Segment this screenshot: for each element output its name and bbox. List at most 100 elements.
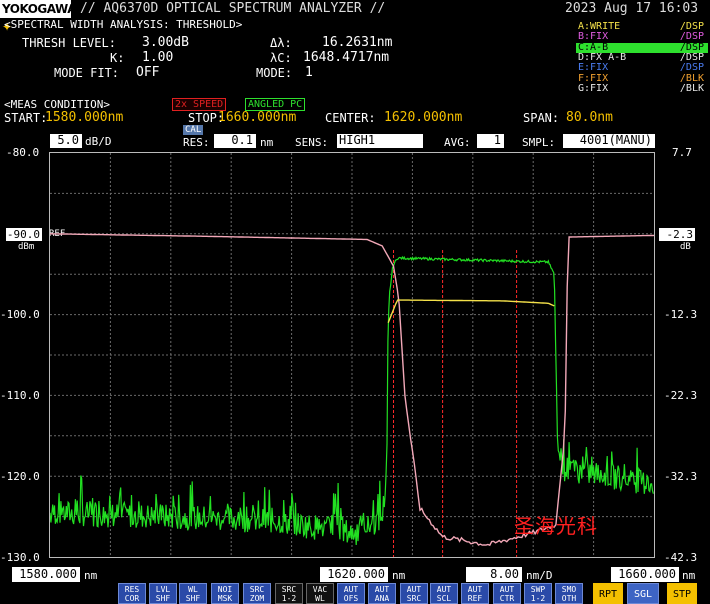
center-wl-box[interactable]: 1620.000 (320, 567, 388, 582)
softkey-aut-ref[interactable]: AUT REF (461, 583, 489, 604)
softkey-line2: ANA (374, 594, 390, 603)
span-value: 80.0nm (566, 110, 613, 125)
thresh-label: THRESH LEVEL: (22, 36, 116, 50)
softkey-line1: AUT (374, 585, 390, 594)
trace-name: B:FIX (578, 31, 609, 43)
softkey-line2: OFS (343, 594, 359, 603)
softkey-noi-msk[interactable]: NOI MSK (211, 583, 239, 604)
softkey-aut-ana[interactable]: AUT ANA (368, 583, 396, 604)
r-tick-2: -12.3 (664, 308, 698, 321)
softkey-line1: WL (188, 585, 198, 594)
res-unit: nm (260, 136, 274, 149)
cal-badge: CAL (183, 125, 204, 135)
trace-row-1[interactable]: B:FIX/DSP (576, 32, 708, 42)
softkey-line2: SHF (155, 594, 171, 603)
scale-value-box[interactable]: 5.0 (50, 134, 82, 148)
softkey-line1: AUT (343, 585, 359, 594)
trace-state: /DSP (679, 31, 704, 43)
smpl-label: SMPL: (522, 136, 556, 149)
date-time: 2023 Aug 17 16:03 (565, 1, 699, 16)
res-value-box[interactable]: 0.1 (214, 134, 256, 148)
sens-label: SENS: (295, 136, 329, 149)
y-tick-120: -120.0 (0, 470, 40, 483)
r-tick-3: -22.3 (664, 389, 698, 402)
softkey-line2: SCL (436, 594, 452, 603)
softkey-aut-src[interactable]: AUT SRC (400, 583, 428, 604)
x-scale-unit: nm/D (526, 569, 553, 582)
y-tick-top: -80.0 (6, 146, 40, 159)
softkey-line1: AUT (499, 585, 515, 594)
softkey-line1: AUT (436, 585, 452, 594)
softkey-line1: LVL (155, 585, 171, 594)
spectrum-plot[interactable] (49, 152, 655, 558)
r-tick-4: -32.3 (664, 470, 698, 483)
center-value: 1620.000nm (384, 110, 463, 125)
trace-name: F:FIX (578, 72, 609, 84)
start-wl-box[interactable]: 1580.000 (12, 567, 80, 582)
trace-name: E:FIX (578, 62, 609, 74)
rpt-button[interactable]: RPT (593, 583, 623, 604)
avg-label: AVG: (444, 136, 471, 149)
softkey-src-zom[interactable]: SRC ZOM (243, 583, 271, 604)
trace-row-4[interactable]: E:FIX/DSP (576, 63, 708, 73)
start-label: START: (4, 111, 48, 125)
delta-lambda-label: Δλ: (270, 36, 292, 50)
trace-name: G:FIX (578, 82, 609, 94)
softkey-line1: SRC (249, 585, 265, 594)
softkey-src-1-2[interactable]: SRC 1-2 (275, 583, 303, 604)
softkey-aut-ofs[interactable]: AUT OFS (337, 583, 365, 604)
softkey-line1: AUT (406, 585, 422, 594)
right-ref-box[interactable]: -2.3 (659, 228, 695, 241)
logo-text: YOKOGAWA (2, 2, 77, 16)
softkey-lvl-shf[interactable]: LVL SHF (149, 583, 177, 604)
mode-value: 1 (305, 65, 313, 80)
softkey-line2: CTR (499, 594, 515, 603)
trace-row-5[interactable]: F:FIX/BLK (576, 72, 708, 84)
softkey-res-cor[interactable]: RES COR (118, 583, 146, 604)
span-label: SPAN: (523, 111, 560, 125)
model-title: // AQ6370D OPTICAL SPECTRUM ANALYZER // (80, 1, 386, 16)
avg-value-box[interactable]: 1 (477, 134, 504, 148)
k-label: K: (110, 51, 125, 65)
trace-row-6[interactable]: G:FIX/BLK (576, 82, 708, 94)
stop-value: 1660.000nm (218, 110, 297, 125)
softkey-aut-scl[interactable]: AUT SCL (430, 583, 458, 604)
watermark-text: 圣海光科 (514, 514, 598, 538)
mode-fit-value: OFF (136, 65, 160, 80)
softkey-line1: SMO (561, 585, 577, 594)
softkey-line2: ZOM (249, 594, 265, 603)
center-label: CENTER: (325, 111, 376, 125)
softkey-line2: SHF (185, 594, 201, 603)
thresh-value: 3.00dB (142, 35, 189, 50)
mode-fit-label: MODE FIT: (54, 66, 120, 80)
smpl-value-box[interactable]: 4001(MANU) (563, 134, 655, 148)
sgl-button[interactable]: SGL (627, 583, 659, 604)
softkey-swp-1-2[interactable]: SWP 1-2 (524, 583, 552, 604)
stop-wl-unit: nm (682, 569, 696, 582)
ref-value-box[interactable]: -90.0 (6, 228, 42, 241)
r-tick-5: -42.3 (664, 551, 698, 564)
softkey-smo-oth[interactable]: SMO OTH (555, 583, 583, 604)
dbm-unit: dBm (18, 242, 35, 252)
softkey-aut-ctr[interactable]: AUT CTR (493, 583, 521, 604)
delta-lambda-value: 16.2631nm (322, 35, 393, 50)
yokogawa-logo: YOKOGAWA ✦ (0, 0, 77, 34)
stop-wl-box[interactable]: 1660.000 (611, 567, 679, 582)
res-label: RES: (183, 136, 210, 149)
softkey-line2: 1-2 (281, 594, 297, 603)
softkey-wl-shf[interactable]: WL SHF (179, 583, 207, 604)
k-value: 1.00 (142, 50, 174, 65)
x-scale-box[interactable]: 8.00 (466, 567, 522, 582)
stp-button[interactable]: STP (667, 583, 697, 604)
softkey-line1: AUT (467, 585, 483, 594)
scale-unit: dB/D (85, 135, 112, 148)
y-tick-130: -130.0 (0, 551, 40, 564)
softkey-vac-wl[interactable]: VAC WL (306, 583, 334, 604)
sens-value-box[interactable]: HIGH1 (337, 134, 423, 148)
y-tick-110: -110.0 (0, 389, 40, 402)
softkey-line2: 1-2 (530, 594, 546, 603)
trace-c-a-b (387, 299, 555, 323)
softkey-line2: OTH (561, 594, 577, 603)
start-value: 1580.000nm (45, 110, 124, 125)
softkey-line2: WL (315, 594, 325, 603)
